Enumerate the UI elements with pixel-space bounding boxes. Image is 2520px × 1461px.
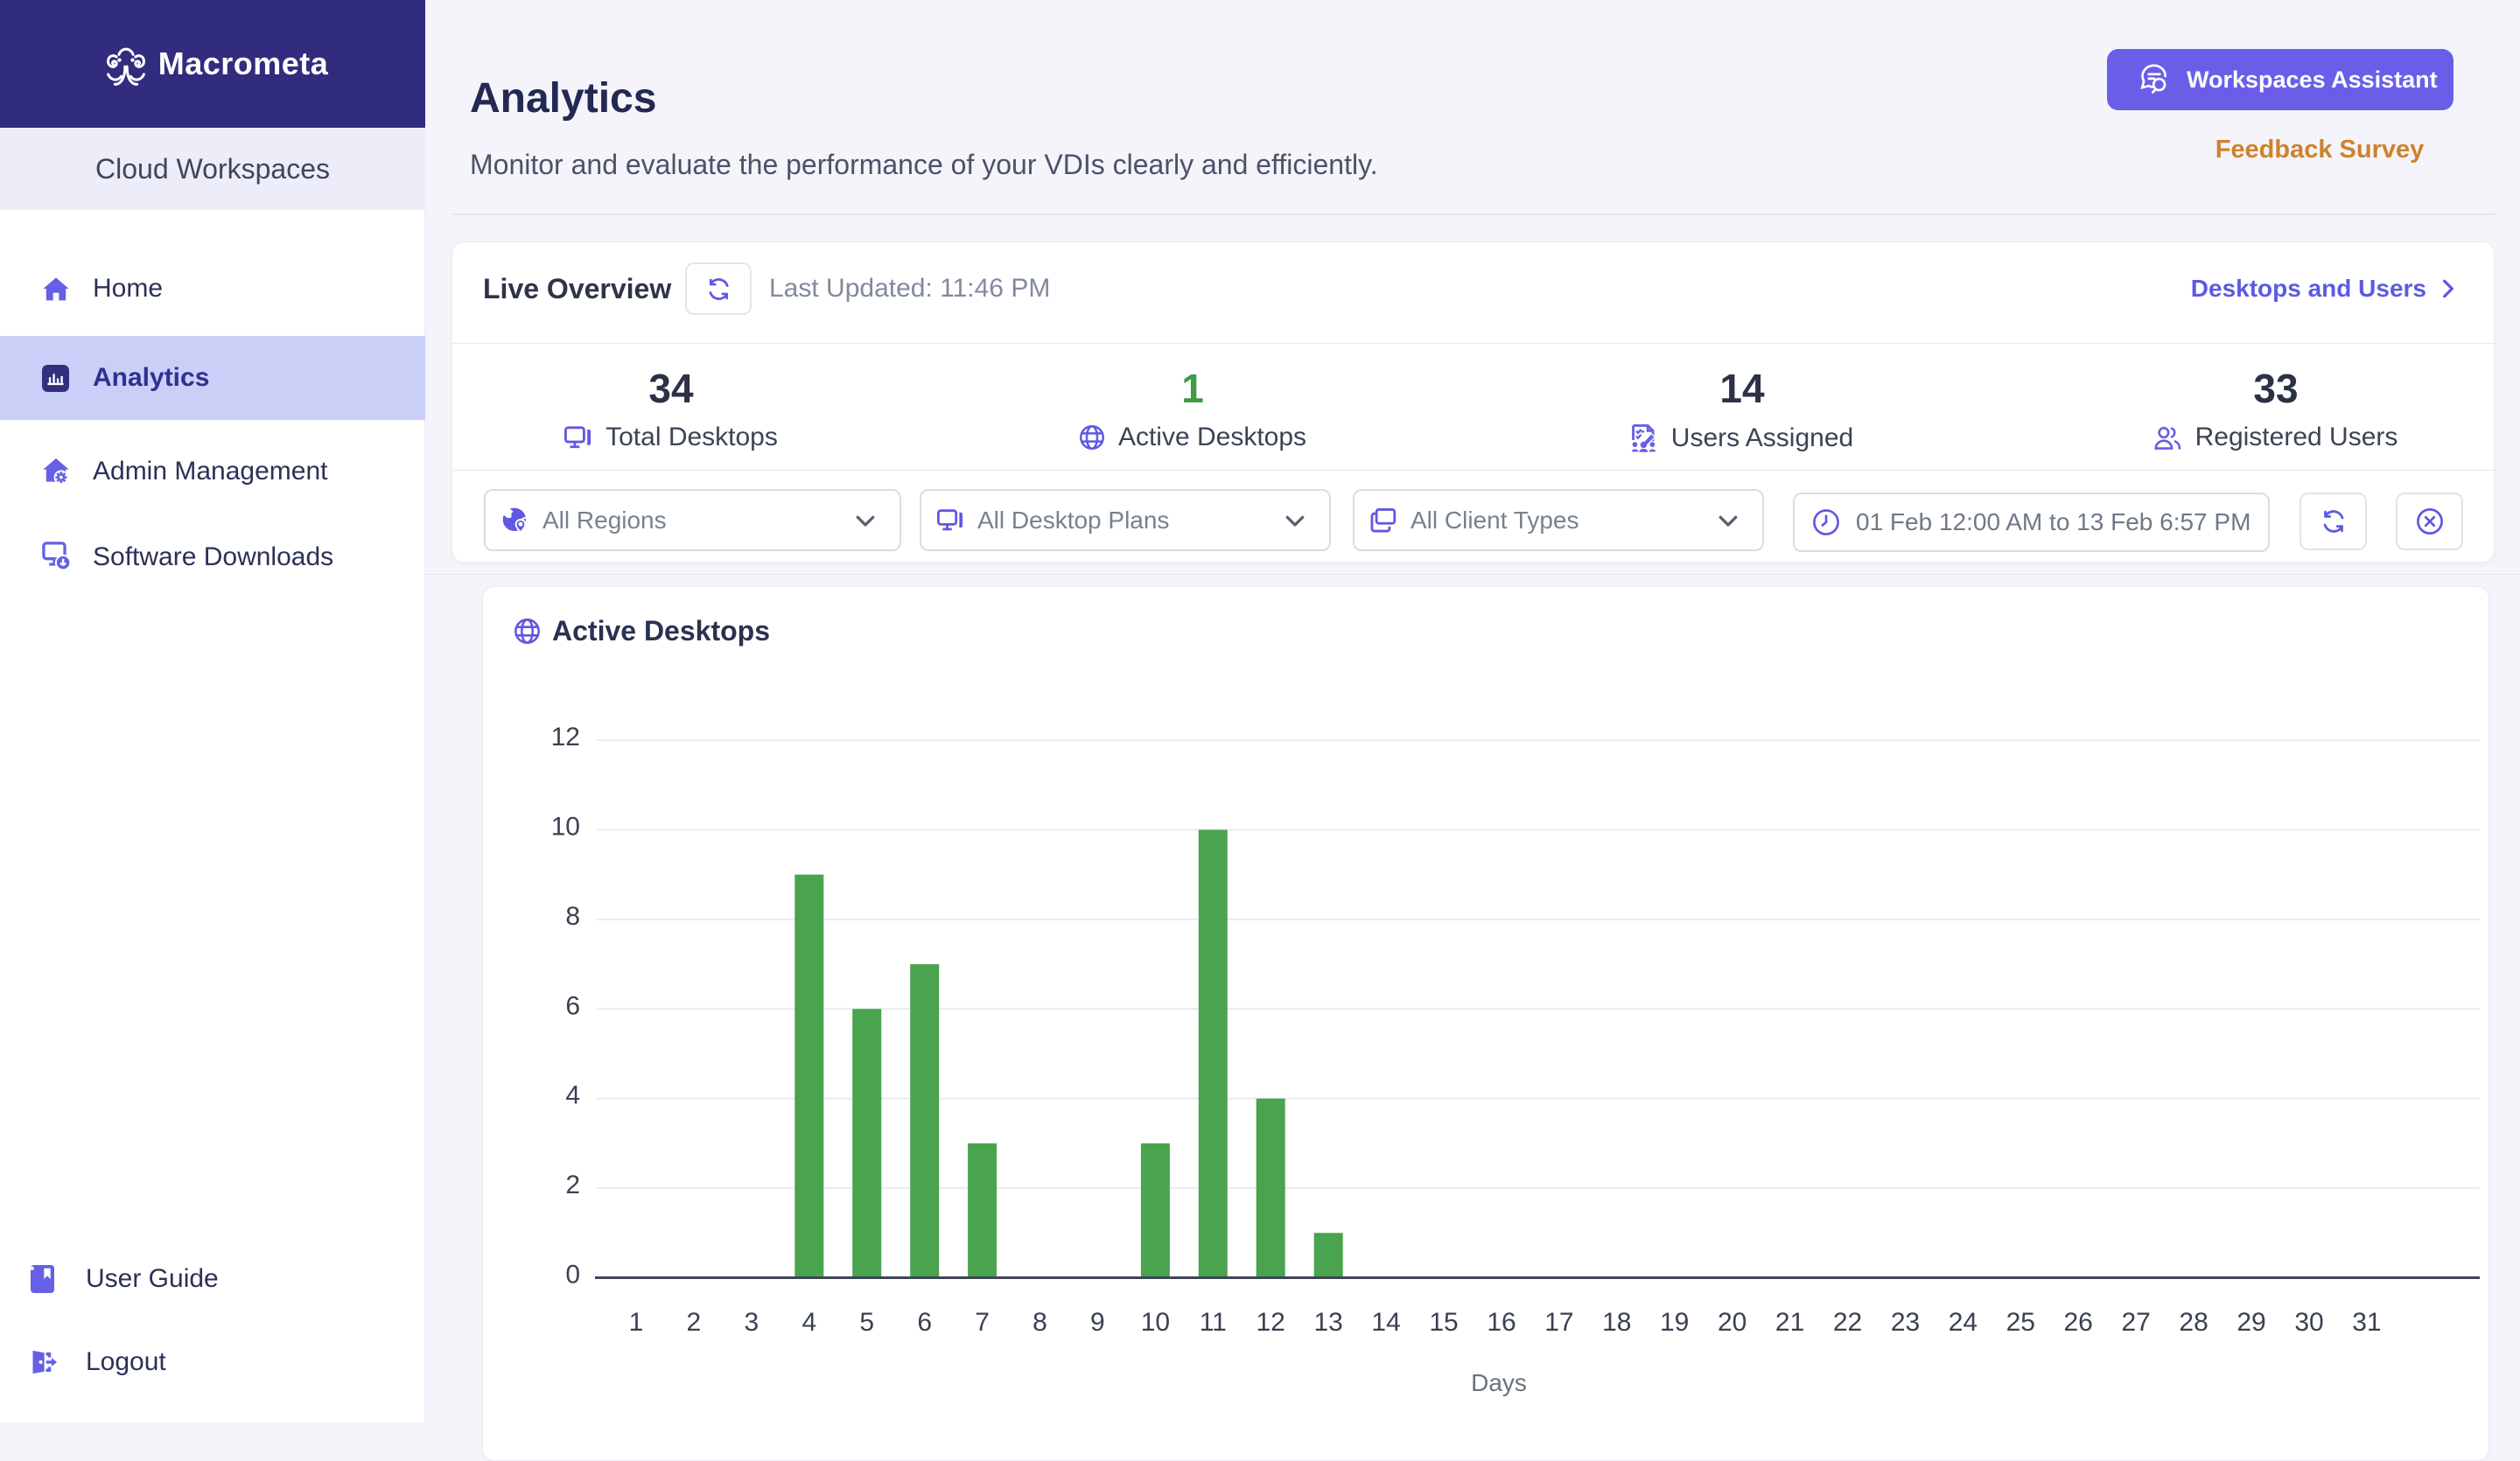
svg-text:16: 16: [1487, 1308, 1516, 1337]
svg-text:28: 28: [2179, 1308, 2208, 1337]
svg-text:4: 4: [565, 1081, 580, 1110]
svg-text:2: 2: [687, 1308, 702, 1337]
svg-text:23: 23: [1891, 1308, 1920, 1337]
svg-text:10: 10: [551, 813, 580, 842]
svg-text:29: 29: [2236, 1308, 2265, 1337]
svg-text:21: 21: [1775, 1308, 1804, 1337]
svg-text:31: 31: [2352, 1308, 2381, 1337]
svg-text:6: 6: [565, 991, 580, 1020]
svg-text:26: 26: [2064, 1308, 2093, 1337]
svg-text:7: 7: [975, 1308, 990, 1337]
svg-text:2: 2: [565, 1171, 580, 1199]
svg-text:5: 5: [859, 1308, 874, 1337]
svg-text:11: 11: [1200, 1308, 1227, 1337]
svg-text:18: 18: [1602, 1308, 1631, 1337]
svg-text:13: 13: [1314, 1308, 1343, 1337]
svg-text:19: 19: [1660, 1308, 1689, 1337]
svg-text:20: 20: [1718, 1308, 1746, 1337]
svg-text:27: 27: [2122, 1308, 2151, 1337]
svg-text:14: 14: [1371, 1308, 1400, 1337]
svg-text:22: 22: [1833, 1308, 1862, 1337]
svg-text:24: 24: [1949, 1308, 1978, 1337]
svg-text:3: 3: [745, 1308, 760, 1337]
svg-text:9: 9: [1090, 1308, 1105, 1337]
svg-text:15: 15: [1429, 1308, 1458, 1337]
svg-text:8: 8: [565, 902, 580, 931]
svg-text:12: 12: [1256, 1308, 1285, 1337]
svg-text:1: 1: [629, 1308, 644, 1337]
svg-text:17: 17: [1544, 1308, 1573, 1337]
svg-text:Days: Days: [1471, 1369, 1527, 1396]
svg-text:30: 30: [2294, 1308, 2323, 1337]
svg-text:4: 4: [802, 1308, 816, 1337]
svg-text:0: 0: [565, 1261, 580, 1290]
svg-text:6: 6: [917, 1308, 932, 1337]
svg-text:8: 8: [1032, 1308, 1047, 1337]
svg-text:12: 12: [551, 723, 580, 751]
svg-text:25: 25: [2006, 1308, 2035, 1337]
svg-text:10: 10: [1141, 1308, 1170, 1337]
